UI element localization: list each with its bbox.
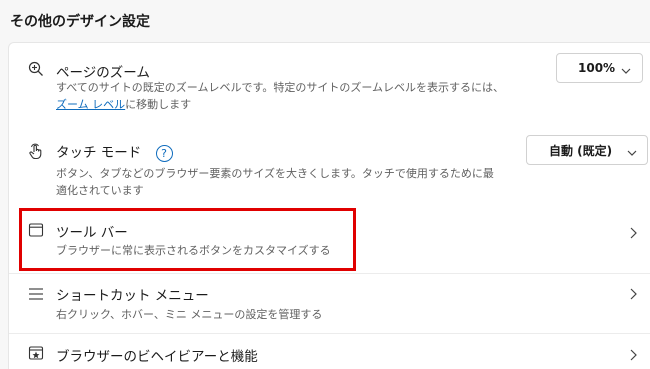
toolbar-title: ツール バー [56,225,128,241]
settings-card: ページのズーム すべてのサイトの既定のズームレベルです。特定のサイトのズームレベ… [8,42,650,369]
touch-mode-title: タッチ モード ? [56,141,173,162]
zoom-row: ページのズーム すべてのサイトの既定のズームレベルです。特定のサイトのズームレベ… [9,43,650,123]
zoom-desc-after-link: に移動します [125,98,192,111]
chevron-down-icon [621,64,631,78]
browser-star-icon [27,344,45,362]
touch-mode-description: ボタン、タブなどのブラウザー要素のサイズを大きくします。タッチで使用するために最… [56,165,494,199]
touch-dropdown-value: 自動 (既定) [549,143,613,158]
window-icon [27,221,45,239]
chevron-down-icon [627,146,637,160]
zoom-in-icon [27,60,45,78]
help-icon[interactable]: ? [155,144,173,162]
browser-behavior-title: ブラウザーのビヘイビアーと機能 [56,349,258,365]
shortcut-menu-description: 右クリック、ホバー、ミニ メニューの設定を管理する [56,308,323,321]
toolbar-row[interactable]: ツール バー ブラウザーに常に表示されるボタンをカスタマイズする [9,203,650,273]
browser-behavior-row[interactable]: ブラウザーのビヘイビアーと機能 [9,333,650,369]
section-title: その他のデザイン設定 [10,14,150,30]
touch-mode-dropdown[interactable]: 自動 (既定) [526,135,648,165]
touch-mode-title-text: タッチ モード [56,145,142,161]
zoom-desc-line1: すべてのサイトの既定のズームレベルです。特定のサイトのズームレベルを表示するには… [56,81,505,94]
zoom-dropdown[interactable]: 100% [556,53,643,83]
shortcut-menu-title: ショートカット メニュー [56,288,209,304]
touch-desc-line1: ボタン、タブなどのブラウザー要素のサイズを大きくします。タッチで使用するために最 [56,167,494,180]
touch-icon [27,142,45,160]
chevron-right-icon [628,347,638,361]
chevron-right-icon [628,225,638,239]
zoom-dropdown-value: 100% [578,61,616,75]
zoom-title: ページのズーム [56,65,150,81]
touch-desc-line2: 適化されています [56,184,144,197]
chevron-right-icon [628,286,638,300]
toolbar-description: ブラウザーに常に表示されるボタンをカスタマイズする [56,244,331,257]
zoom-description: すべてのサイトの既定のズームレベルです。特定のサイトのズームレベルを表示するには… [56,79,504,113]
menu-icon [27,285,45,303]
shortcut-menu-row[interactable]: ショートカット メニュー 右クリック、ホバー、ミニ メニューの設定を管理する [9,273,650,333]
touch-mode-row: タッチ モード ? ボタン、タブなどのブラウザー要素のサイズを大きくします。タッ… [9,123,650,203]
zoom-level-link[interactable]: ズーム レベル [56,98,125,111]
